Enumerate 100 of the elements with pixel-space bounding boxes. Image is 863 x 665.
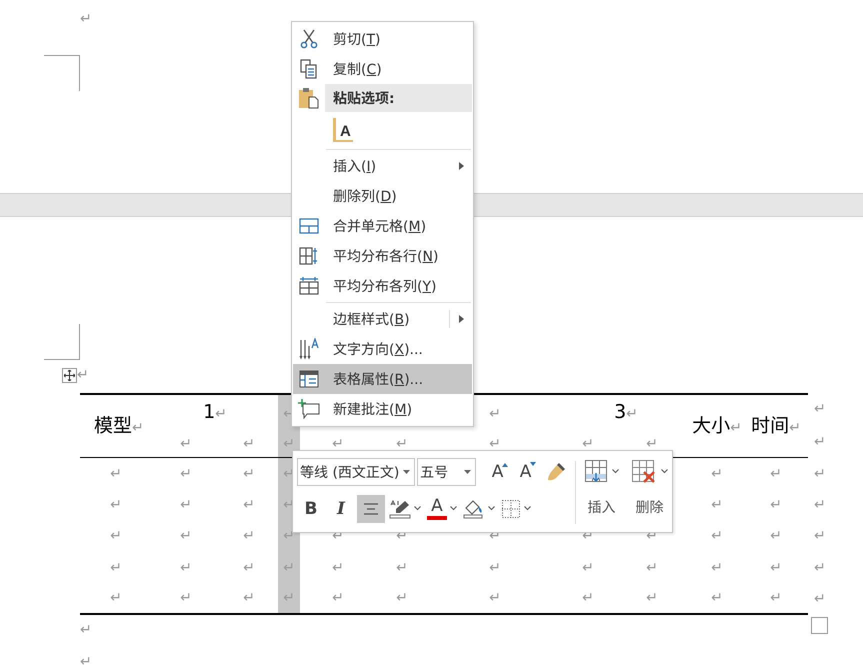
paragraph-mark: ↵: [110, 591, 122, 606]
paragraph-mark: ↵: [332, 560, 344, 575]
caret-icon: [450, 506, 457, 511]
crop-mark: [44, 55, 80, 91]
menu-item[interactable]: 剪切(T): [293, 24, 472, 54]
paragraph-mark: ↵: [711, 466, 723, 481]
paragraph-mark: ↵: [396, 435, 408, 453]
paragraph-mark: ↵: [770, 529, 782, 544]
dropdown-arrow-icon: [464, 470, 471, 474]
menu-item[interactable]: 插入(I): [293, 151, 472, 181]
paragraph-mark: ↵: [110, 560, 122, 575]
shrink-font-button[interactable]: A: [515, 458, 542, 486]
table-resize-handle[interactable]: [811, 616, 828, 634]
row-end-mark: ↵: [814, 592, 826, 606]
insert-button[interactable]: 插入: [584, 457, 619, 528]
align-center-icon: [363, 502, 379, 514]
paragraph-mark: ↵: [770, 498, 782, 512]
header-text: 1↵: [203, 401, 227, 423]
menu-item[interactable]: 合并单元格(M): [293, 211, 472, 241]
crop-mark: [44, 324, 80, 360]
paragraph-mark: ↵: [110, 466, 122, 481]
paragraph-mark: ↵: [582, 591, 594, 606]
row-end-mark: ↵: [814, 560, 826, 575]
caret-icon: [414, 506, 421, 511]
paragraph-mark: ↵: [489, 560, 501, 575]
paragraph-mark: ↵: [396, 591, 408, 606]
paintbrush-icon: [546, 462, 566, 482]
dropdown-arrow-icon: [403, 470, 410, 474]
paint-bucket-icon: [463, 498, 485, 518]
font-name-dropdown[interactable]: 等线 (西文正文): [297, 458, 416, 486]
paragraph-mark: ↵: [646, 560, 658, 575]
caret-up-icon: [502, 462, 508, 467]
paragraph-mark: ↵: [80, 11, 92, 27]
header-text: 时间↵: [751, 415, 801, 437]
paragraph-mark: ↵: [770, 591, 782, 606]
distribute-columns-icon: [299, 277, 319, 295]
paragraph-mark: ↵: [489, 405, 501, 423]
row-end-mark: ↵: [814, 466, 826, 481]
menu-item[interactable]: 复制(C): [293, 54, 472, 84]
borders-icon: [501, 498, 521, 518]
clipboard-icon: [298, 87, 320, 109]
menu-item[interactable]: 新建批注(M): [293, 394, 472, 424]
merge-cells-icon: [299, 218, 319, 234]
menu-item[interactable]: 删除列(D): [293, 181, 472, 211]
header-text: 3↵: [614, 401, 638, 423]
paragraph-mark: ↵: [243, 591, 255, 606]
delete-table-icon: [631, 459, 657, 483]
font-color-button[interactable]: A: [425, 494, 459, 522]
font-size-dropdown[interactable]: 五号: [417, 458, 476, 486]
row-end-mark: ↵: [814, 498, 826, 512]
menu-item[interactable]: 文字方向(X)...: [293, 334, 472, 364]
row-end-mark: ↵: [814, 402, 826, 416]
submenu-arrow-icon: [458, 162, 464, 170]
text-direction-icon: [299, 338, 319, 360]
paragraph-mark: ↵: [80, 654, 92, 665]
paragraph-mark: ↵: [180, 529, 192, 544]
header-text: 模型↵: [94, 415, 144, 437]
caret-icon: [612, 468, 619, 474]
paragraph-mark: ↵: [711, 498, 723, 512]
paragraph-mark: ↵: [180, 498, 192, 512]
paragraph-mark: ↵: [180, 560, 192, 575]
copy-icon: [300, 59, 318, 79]
highlighter-icon: [389, 498, 411, 518]
paragraph-mark: ↵: [110, 529, 122, 544]
table-move-handle[interactable]: [62, 368, 77, 383]
caret-icon: [488, 506, 495, 511]
bold-button[interactable]: B: [297, 494, 325, 522]
paragraph-mark: ↵: [77, 368, 89, 382]
italic-button[interactable]: I: [327, 494, 355, 522]
paste-keep-text-button[interactable]: A: [333, 118, 353, 142]
align-center-button[interactable]: [357, 494, 385, 522]
paragraph-mark: ↵: [770, 560, 782, 575]
submenu-arrow-icon: [458, 315, 464, 323]
paragraph-mark: ↵: [243, 529, 255, 544]
paragraph-mark: ↵: [770, 466, 782, 481]
menu-item[interactable]: 表格属性(R)...: [293, 364, 472, 394]
menu-item[interactable]: 平均分布各行(N): [293, 241, 472, 271]
insert-rows-icon: [584, 459, 608, 483]
table-properties-icon: [299, 370, 319, 388]
paragraph-mark: ↵: [489, 435, 501, 453]
paragraph-mark: ↵: [711, 529, 723, 544]
menu-item[interactable]: 平均分布各列(Y): [293, 271, 472, 301]
row-end-mark: ↵: [814, 434, 826, 448]
paragraph-mark: ↵: [283, 435, 295, 453]
paragraph-mark: ↵: [243, 466, 255, 481]
caret-icon: [661, 468, 668, 474]
paragraph-mark: ↵: [80, 622, 92, 637]
paragraph-mark: ↵: [243, 498, 255, 512]
paragraph-mark: ↵: [646, 591, 658, 606]
paragraph-mark: ↵: [332, 591, 344, 606]
menu-item[interactable]: 边框样式(B): [293, 304, 472, 334]
delete-button[interactable]: 删除: [631, 457, 668, 528]
comment-icon: [298, 399, 320, 419]
paragraph-mark: ↵: [243, 560, 255, 575]
paragraph-mark: ↵: [180, 591, 192, 606]
paragraph-mark: ↵: [180, 466, 192, 481]
grow-font-button[interactable]: A: [487, 458, 514, 486]
paragraph-mark: ↵: [582, 435, 594, 453]
paragraph-mark: ↵: [283, 560, 295, 575]
row-end-mark: ↵: [814, 529, 826, 544]
